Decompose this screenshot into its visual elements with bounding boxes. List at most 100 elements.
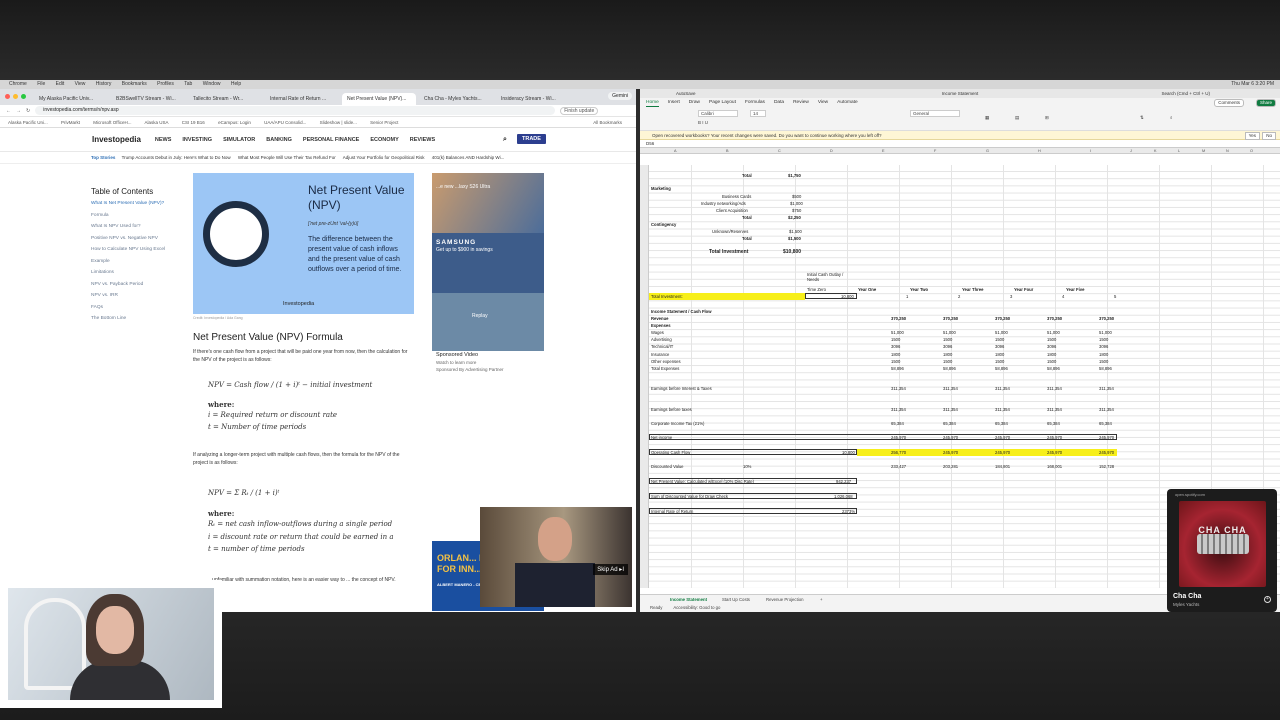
- expense-value[interactable]: 51,000: [891, 330, 904, 335]
- skip-ad-button[interactable]: Skip Ad ▸I: [593, 564, 628, 575]
- npv-label[interactable]: Net Present Value: Calculated w/Excel (1…: [651, 479, 754, 484]
- ebt-value[interactable]: 311,354: [1047, 407, 1062, 412]
- cell[interactable]: $500: [792, 194, 801, 199]
- ocf-value[interactable]: 245,970: [943, 450, 958, 455]
- expense-value[interactable]: 1800: [943, 352, 952, 357]
- ocf-value[interactable]: 245,970: [1047, 450, 1062, 455]
- browser-tab[interactable]: B2BSwellTV Stream - Wi...: [111, 93, 185, 105]
- ocf-zero[interactable]: 10,800: [842, 450, 855, 455]
- sort-filter-icon[interactable]: ⇅: [1140, 115, 1144, 121]
- bookmark[interactable]: eCampus: Login: [218, 120, 251, 125]
- menubar-clock[interactable]: Thu Mar 6 3:20 PM: [1231, 80, 1274, 89]
- url-field[interactable]: investopedia.com/terms/n/npv.asp: [35, 106, 556, 115]
- expense-label[interactable]: Other expenses: [651, 359, 681, 364]
- dv-value[interactable]: 233,427: [891, 464, 906, 469]
- expense-value[interactable]: 1800: [995, 352, 1004, 357]
- ad-samsung[interactable]: SAMSUNG Get up to $900 in savings: [432, 233, 544, 293]
- ocf-value[interactable]: 245,970: [995, 450, 1010, 455]
- forward-icon[interactable]: →: [16, 108, 21, 114]
- dv-label[interactable]: Discounted Value: [651, 464, 684, 469]
- tax-value[interactable]: 65,384: [891, 421, 904, 426]
- cell[interactable]: Industry networking/Ads: [701, 201, 746, 206]
- ribbon-tab[interactable]: Data: [774, 98, 784, 107]
- expense-value[interactable]: 51,000: [1047, 330, 1060, 335]
- ebt-value[interactable]: 311,354: [1099, 407, 1114, 412]
- expense-value[interactable]: 1500: [1047, 337, 1056, 342]
- dv-rate[interactable]: 10%: [743, 464, 751, 469]
- ribbon-tab-home[interactable]: Home: [646, 98, 659, 107]
- browser-tab[interactable]: Insideracy Stream - Wi...: [496, 93, 570, 105]
- col-header[interactable]: B: [726, 148, 729, 154]
- cell[interactable]: $1,500: [788, 236, 801, 241]
- cell[interactable]: Total: [742, 236, 752, 241]
- ebit-label[interactable]: Earnings before Interest & Taxes: [651, 386, 712, 391]
- browser-tab[interactable]: Tallecito Stream - Wr...: [188, 93, 262, 105]
- ribbon-tab[interactable]: View: [818, 98, 828, 107]
- cell[interactable]: $1,750: [788, 173, 801, 178]
- number-format-select[interactable]: General: [910, 110, 960, 117]
- story-link[interactable]: Trump Accounts Debut in July: Here's Wha…: [122, 155, 231, 160]
- nav-news[interactable]: NEWS: [155, 137, 172, 143]
- expense-value[interactable]: 1500: [995, 359, 1004, 364]
- col-header[interactable]: L: [1178, 148, 1180, 154]
- cell[interactable]: Total: [742, 215, 752, 220]
- maximize-window-icon[interactable]: [21, 94, 26, 99]
- ebt-label[interactable]: Earnings before taxes: [651, 407, 692, 412]
- nav-economy[interactable]: ECONOMY: [370, 137, 398, 143]
- ribbon-tab[interactable]: Draw: [689, 98, 700, 107]
- nav-banking[interactable]: BANKING: [266, 137, 292, 143]
- cell[interactable]: Business Cards: [722, 194, 751, 199]
- time-zero-header[interactable]: Time Zero: [807, 287, 826, 292]
- expense-label[interactable]: Advertising: [651, 337, 672, 342]
- menu-tab[interactable]: Tab: [184, 81, 192, 87]
- ebt-value[interactable]: 311,354: [995, 407, 1010, 412]
- comments-button[interactable]: Comments: [1214, 99, 1244, 107]
- ebit-value[interactable]: 311,354: [891, 386, 906, 391]
- spotify-miniplayer[interactable]: open.spotify.com CHA CHA Cha Cha Myles Y…: [1167, 489, 1277, 612]
- reload-icon[interactable]: ↻: [26, 108, 30, 114]
- gemini-button[interactable]: Gemini: [608, 92, 632, 100]
- year-num[interactable]: 5: [1114, 294, 1116, 299]
- formula-bar[interactable]: D56: [640, 140, 1280, 148]
- finish-update-button[interactable]: Finish update: [560, 106, 599, 115]
- col-header[interactable]: K: [1154, 148, 1157, 154]
- tax-label[interactable]: Corporate Income Tax (21%): [651, 421, 704, 426]
- ni-value[interactable]: 245,970: [1047, 435, 1062, 440]
- expense-value[interactable]: 58,896: [1099, 366, 1112, 371]
- expense-value[interactable]: 3096: [995, 344, 1004, 349]
- video-ad-player[interactable]: Skip Ad ▸I: [480, 507, 632, 607]
- ribbon-tab[interactable]: Insert: [668, 98, 680, 107]
- close-window-icon[interactable]: [5, 94, 10, 99]
- revenue-label[interactable]: Revenue: [651, 316, 668, 321]
- ribbon-tab[interactable]: Formulas: [745, 98, 765, 107]
- cell[interactable]: Unknown/Reserves: [712, 229, 748, 234]
- ad-galaxy[interactable]: ...e new ...laxy S26 Ultra: [432, 173, 544, 233]
- cell[interactable]: $1,000: [790, 201, 803, 206]
- sum-value[interactable]: 1,026,068: [834, 494, 853, 499]
- toc-item[interactable]: FAQs: [91, 305, 171, 311]
- expense-value[interactable]: 1500: [1047, 359, 1056, 364]
- story-link[interactable]: 401(k) Balances AND Hardship Wi...: [432, 155, 505, 160]
- revenue-value[interactable]: 370,250: [995, 316, 1010, 321]
- dv-value[interactable]: 203,281: [943, 464, 958, 469]
- ocf-label[interactable]: Operating Cash Flow: [651, 450, 690, 455]
- expense-value[interactable]: 58,896: [995, 366, 1008, 371]
- bookmark[interactable]: Slideshow | slide...: [320, 120, 357, 125]
- year-header[interactable]: Year Four: [1014, 287, 1033, 292]
- dv-value[interactable]: 152,728: [1099, 464, 1114, 469]
- menu-profiles[interactable]: Profiles: [157, 81, 174, 87]
- revenue-value[interactable]: 370,250: [1099, 316, 1114, 321]
- tax-value[interactable]: 65,384: [1099, 421, 1112, 426]
- name-box[interactable]: D56: [646, 141, 654, 146]
- ribbon-tab[interactable]: Automate: [837, 98, 858, 107]
- tax-value[interactable]: 65,384: [995, 421, 1008, 426]
- ocf-value[interactable]: 245,970: [1099, 450, 1114, 455]
- expense-value[interactable]: 1500: [1099, 359, 1108, 364]
- expense-value[interactable]: 1500: [1099, 337, 1108, 342]
- nav-personal-finance[interactable]: PERSONAL FINANCE: [303, 137, 359, 143]
- bold-icon[interactable]: B I U: [698, 120, 708, 125]
- font-size-select[interactable]: 14: [750, 110, 766, 117]
- expense-value[interactable]: 1500: [943, 337, 952, 342]
- ni-value[interactable]: 245,970: [943, 435, 958, 440]
- year-num[interactable]: 2: [958, 294, 960, 299]
